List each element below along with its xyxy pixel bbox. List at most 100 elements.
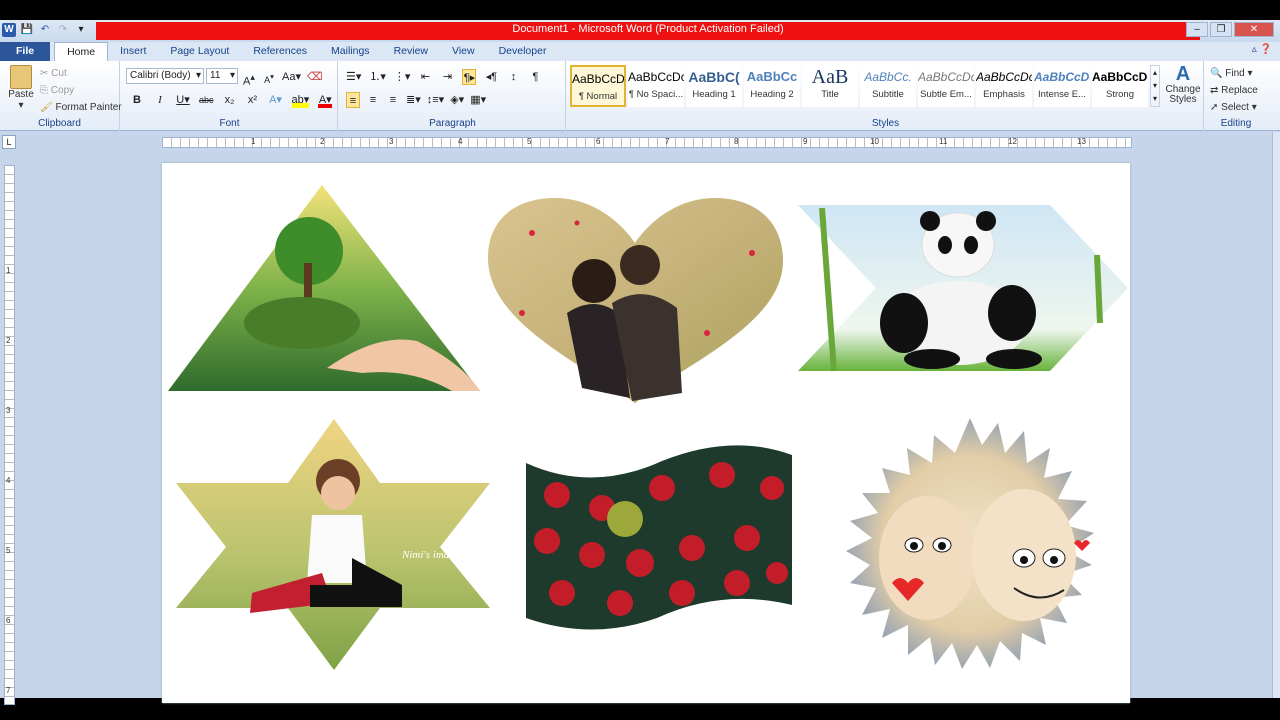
line-spacing-icon[interactable]: ↕≡▾ [427,92,444,108]
style-heading-1[interactable]: AaBbC(Heading 1 [686,65,742,107]
format-painter-button[interactable]: 🖌 Format Painter [40,99,122,116]
wave-picture[interactable] [526,445,792,630]
replace-button[interactable]: ⇄ Replace [1210,82,1258,99]
change-styles-button[interactable]: A Change Styles [1164,63,1202,105]
find-button[interactable]: 🔍 Find ▾ [1210,65,1258,82]
chevron-down-icon: ▾ [195,70,201,81]
help-icon[interactable]: ▵ ❓ [1252,44,1272,55]
tab-mailings[interactable]: Mailings [319,42,382,61]
font-color-icon[interactable]: A▾ [318,92,333,108]
style-name: Emphasis [983,89,1025,100]
tab-developer[interactable]: Developer [487,42,559,61]
vertical-ruler[interactable]: 1 2 3 4 5 6 7 [4,165,15,705]
style-subtitle[interactable]: AaBbCc. Subtitle [860,65,916,107]
undo-icon[interactable]: ↶ [38,23,52,37]
word-logo-icon[interactable]: W [2,23,16,37]
cut-button[interactable]: ✂ Cut [40,65,122,82]
increase-indent-icon[interactable]: ⇥ [440,69,454,85]
style-normal[interactable]: AaBbCcDc ¶ Normal [570,65,626,107]
bullets-icon[interactable]: ☰▾ [346,69,361,85]
multilevel-list-icon[interactable]: ⋮▾ [394,69,411,85]
bold-icon[interactable]: B [130,92,144,108]
align-center-icon[interactable]: ≡ [366,92,380,108]
style-preview: AaBbCcDc [1092,70,1148,84]
tab-selector[interactable]: L [2,135,16,149]
align-right-icon[interactable]: ≡ [386,92,400,108]
style-intense-emphasis[interactable]: AaBbCcDc Intense E... [1034,65,1090,107]
horizontal-ruler[interactable]: 1 2 3 4 5 6 7 8 9 10 11 12 13 [162,137,1132,148]
tab-page-layout[interactable]: Page Layout [158,42,241,61]
minimize-icon[interactable]: – [1186,22,1208,37]
clipboard-group: Paste ▾ ✂ Cut ⎘ Copy 🖌 Format Painter Cl… [0,61,122,131]
superscript-icon[interactable]: x² [246,92,260,108]
numbering-icon[interactable]: ⒈▾ [369,69,386,85]
ruler-number: 1 [6,266,11,275]
paste-dropdown-icon[interactable]: ▾ [6,100,36,111]
clear-formatting-icon[interactable]: ⌫ [307,69,323,85]
document-page[interactable]: Nimi's ima [162,163,1130,703]
style-strong[interactable]: AaBbCcDc Strong [1092,65,1148,107]
style-preview: AaBbCc. [864,70,912,84]
style-name: Title [821,89,839,100]
customize-qat-icon[interactable]: ▾ [74,23,88,37]
borders-icon[interactable]: ▦▾ [470,92,486,108]
style-emphasis[interactable]: AaBbCcDc Emphasis [976,65,1032,107]
chevron-picture[interactable] [798,205,1128,372]
italic-icon[interactable]: I [153,92,167,108]
style-heading-2[interactable]: AaBbCc Heading 2 [744,65,800,107]
tab-insert[interactable]: Insert [108,42,158,61]
shading-icon[interactable]: ◈▾ [450,92,464,108]
justify-icon[interactable]: ≣▾ [406,92,421,108]
style-name: ¶ No Spaci... [628,89,684,100]
paste-button[interactable]: Paste ▾ [6,65,36,111]
select-button[interactable]: ➚ Select ▾ [1210,99,1258,116]
heart-picture[interactable] [488,198,783,403]
paste-label: Paste [8,89,34,100]
change-case-icon[interactable]: Aa▾ [282,69,301,85]
style-no-spacing[interactable]: AaBbCcDc ¶ No Spaci... [628,65,684,107]
style-subtle-emphasis[interactable]: AaBbCcDc Subtle Em... [918,65,974,107]
copy-button[interactable]: ⎘ Copy [40,82,122,99]
ruler-number: 7 [6,686,11,695]
tab-review[interactable]: Review [382,42,440,61]
underline-icon[interactable]: U▾ [176,92,190,108]
change-styles-label: Change Styles [1165,84,1201,105]
style-preview: AaBbCcDc [1034,70,1090,84]
style-name: Intense E... [1037,89,1087,100]
style-preview: AaBbCcDc [918,70,974,84]
six-point-star-picture[interactable]: Nimi's ima [176,419,490,670]
copy-icon: ⎘ [40,85,48,96]
tab-references[interactable]: References [241,42,319,61]
paste-icon [10,65,32,89]
show-formatting-icon[interactable]: ¶ [528,69,542,85]
strikethrough-icon[interactable]: abc [199,92,214,108]
sort-icon[interactable]: ↕ [506,69,520,85]
replace-label: Replace [1221,85,1258,96]
font-name-select[interactable]: Calibri (Body) ▾ [126,68,204,84]
styles-scroll[interactable]: ▴ ▾ ▾ [1150,65,1160,107]
vertical-scrollbar[interactable] [1272,132,1280,698]
decrease-indent-icon[interactable]: ⇤ [418,69,432,85]
style-preview: AaBbCcDc [572,72,624,86]
tab-file[interactable]: File [0,42,51,61]
tab-home[interactable]: Home [54,42,109,61]
grow-font-icon[interactable]: A▴ [242,69,256,88]
window-title: Document1 - Microsoft Word (Product Acti… [512,23,784,35]
restore-icon[interactable]: ❐ [1210,22,1232,37]
close-icon[interactable]: ✕ [1234,22,1274,37]
rtl-direction-icon[interactable]: ◂¶ [484,69,498,85]
text-effects-icon[interactable]: A▾ [269,92,283,108]
subscript-icon[interactable]: x₂ [223,92,237,108]
triangle-picture[interactable] [168,185,480,391]
tab-view[interactable]: View [440,42,487,61]
save-icon[interactable]: 💾 [20,23,34,37]
ruler-number: 13 [1077,137,1086,146]
ltr-direction-icon[interactable]: ¶▸ [462,69,477,85]
style-title[interactable]: AaB Title [802,65,858,107]
redo-icon[interactable]: ↷ [56,23,70,37]
highlight-icon[interactable]: ab▾ [291,92,310,108]
shrink-font-icon[interactable]: A▾ [262,69,276,85]
font-size-select[interactable]: 11 ▾ [206,68,238,84]
starburst-picture[interactable] [846,418,1094,669]
align-left-icon[interactable]: ≡ [346,92,360,108]
